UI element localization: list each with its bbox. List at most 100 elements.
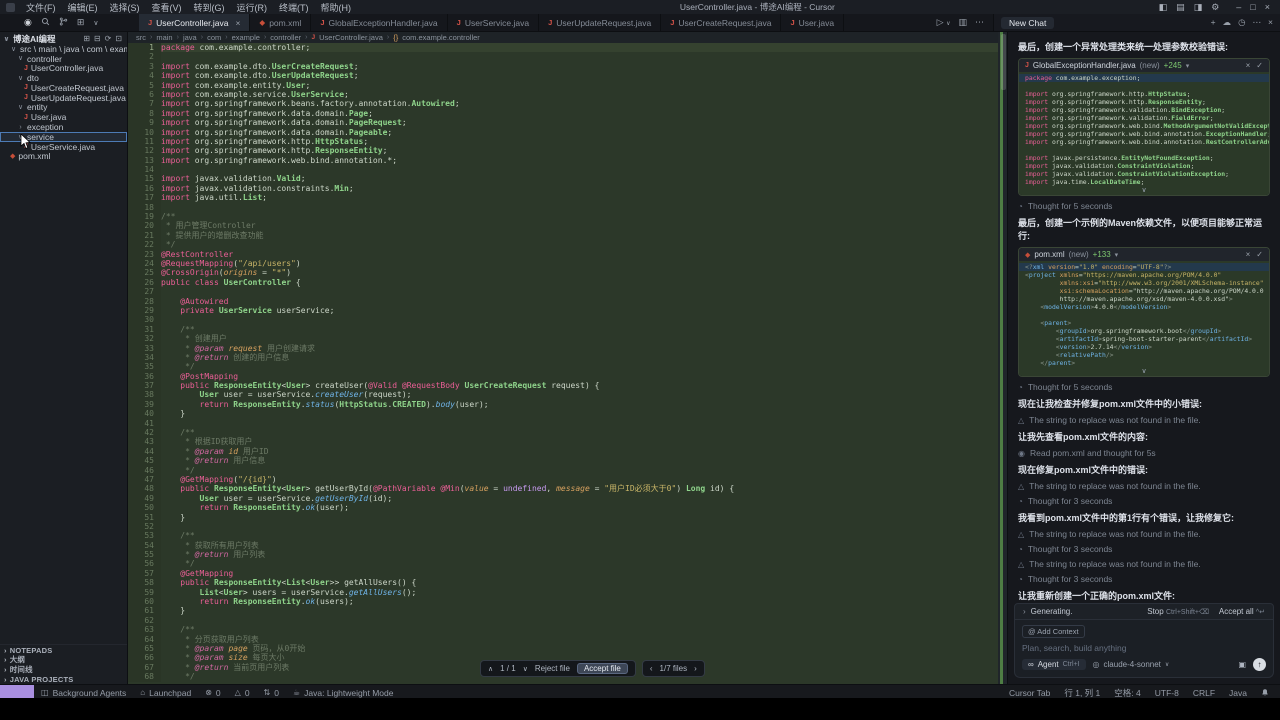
accept-block-icon[interactable]: ✓: [1256, 61, 1263, 70]
new-chat-plus-icon[interactable]: +: [1211, 17, 1216, 28]
cloud-icon[interactable]: ☁: [1223, 17, 1232, 28]
status-launchpad[interactable]: ⌂ Launchpad: [133, 688, 198, 698]
code-line[interactable]: 60 return ResponseEntity.ok(users);: [128, 597, 1007, 607]
breadcrumb-item[interactable]: src: [136, 33, 146, 42]
tree-folder-src-main-java-com-example[interactable]: ∨src \ main \ java \ com \ example: [0, 44, 127, 54]
code-line[interactable]: 26 public class UserController {: [128, 277, 1007, 288]
code-line[interactable]: 53 /**: [128, 531, 1007, 541]
status-cursor-tab[interactable]: Cursor Tab: [1002, 688, 1057, 698]
next-file-icon[interactable]: ›: [694, 664, 697, 673]
image-attach-icon[interactable]: ▣: [1238, 660, 1246, 669]
editor-tab[interactable]: J UserCreateRequest.java: [661, 14, 782, 31]
status--4[interactable]: 空格: 4: [1107, 687, 1147, 699]
code-line[interactable]: 51 }: [128, 512, 1007, 522]
code-line[interactable]: 58 public ResponseEntity<List<User>> get…: [128, 578, 1007, 588]
menu-item[interactable]: 运行(R): [232, 1, 273, 14]
sidebar-section-java-projects[interactable]: › JAVA PROJECTS: [0, 674, 127, 684]
code-line[interactable]: 41: [128, 418, 1007, 429]
menu-item[interactable]: 文件(F): [21, 1, 61, 14]
tree-file-userservice-java[interactable]: J UserService.java: [0, 142, 127, 152]
status-warnings[interactable]: △ 0: [228, 688, 257, 698]
search-icon[interactable]: [41, 17, 50, 28]
code-line[interactable]: 17 import java.util.List;: [128, 193, 1007, 203]
status-background-agents[interactable]: ◫ Background Agents: [34, 688, 133, 698]
status-crlf[interactable]: CRLF: [1186, 688, 1222, 698]
tree-folder-entity[interactable]: ∨ entity: [0, 102, 127, 112]
layout-grid-icon[interactable]: ⊞: [77, 17, 85, 28]
code-line[interactable]: 65 * @param page 页码，从0开始: [128, 644, 1007, 654]
code-line[interactable]: 2: [128, 52, 1007, 62]
code-line[interactable]: 12 import org.springframework.http.Respon…: [128, 146, 1007, 156]
editor-tab[interactable]: ◆ pom.xml: [250, 14, 312, 31]
remote-indicator[interactable]: [0, 685, 34, 698]
minimize-button[interactable]: –: [1236, 2, 1241, 12]
explorer-root-folder[interactable]: ∨ 博途AI编程 ⊞ ⊟ ⟳ ⊡: [0, 34, 127, 44]
tree-file-userupdaterequest-java[interactable]: J UserUpdateRequest.java: [0, 93, 127, 103]
code-line[interactable]: 22 */: [128, 240, 1007, 250]
code-line[interactable]: 42 /**: [128, 428, 1007, 438]
code-line[interactable]: 63 /**: [128, 625, 1007, 635]
code-line[interactable]: 36 @PostMapping: [128, 371, 1007, 382]
prev-diff-icon[interactable]: ∧: [488, 665, 493, 673]
code-line[interactable]: 46 */: [128, 465, 1007, 475]
status--1-1[interactable]: 行 1, 列 1: [1057, 687, 1107, 699]
maximize-button[interactable]: □: [1250, 2, 1255, 12]
tree-file-usercreaterequest-java[interactable]: J UserCreateRequest.java: [0, 83, 127, 93]
code-line[interactable]: 35 */: [128, 362, 1007, 372]
chevron-right-icon[interactable]: ›: [1023, 607, 1026, 616]
code-line[interactable]: 56 */: [128, 559, 1007, 569]
tree-folder-controller[interactable]: ∨ controller: [0, 54, 127, 64]
close-chat-icon[interactable]: ×: [1268, 17, 1273, 28]
code-line[interactable]: 54 * 获取所有用户列表: [128, 540, 1007, 551]
editor-tab[interactable]: J UserService.java: [447, 14, 540, 31]
code-line[interactable]: 62: [128, 615, 1007, 626]
status-java-status[interactable]: ☕ Java: Lightweight Mode: [286, 688, 400, 698]
code-editor[interactable]: 1 package com.example.controller; 2 3 impor…: [128, 43, 1007, 684]
chevron-down-icon[interactable]: ∨: [93, 19, 98, 27]
code-line[interactable]: 44 * @param id 用户ID: [128, 446, 1007, 457]
code-line[interactable]: 18: [128, 202, 1007, 213]
code-line[interactable]: 25 @CrossOrigin(origins = "*"): [128, 268, 1007, 278]
status-utf-8[interactable]: UTF-8: [1148, 688, 1186, 698]
menu-item[interactable]: 选择(S): [105, 1, 145, 14]
code-line[interactable]: 20 * 用户管理Controller: [128, 221, 1007, 231]
scrollbar[interactable]: [998, 32, 1007, 684]
code-line[interactable]: 47 @GetMapping("/{id}"): [128, 474, 1007, 485]
menu-item[interactable]: 转到(G): [189, 1, 230, 14]
new-folder-icon[interactable]: ⊟: [94, 34, 101, 43]
reject-file-button[interactable]: Reject file: [535, 664, 570, 673]
editor-tab[interactable]: J GlobalExceptionHandler.java: [311, 14, 448, 31]
chat-more-icon[interactable]: ⋯: [1253, 17, 1262, 28]
sidebar-section--[interactable]: › 时间线: [0, 665, 127, 675]
code-line[interactable]: 23 @RestController: [128, 249, 1007, 259]
code-block-header[interactable]: ◆ pom.xml (new) +133 ▾ × ✓: [1019, 248, 1269, 261]
prev-file-icon[interactable]: ‹: [650, 664, 653, 673]
code-block-body[interactable]: <?xml version="1.0" encoding="UTF-8"?> <p…: [1019, 261, 1269, 368]
breadcrumb[interactable]: src › main › java › com › example › controller › J Us…: [128, 32, 1007, 43]
code-line[interactable]: 10 import org.springframework.data.domain…: [128, 127, 1007, 137]
code-line[interactable]: 48 public ResponseEntity<User> getUserBy…: [128, 484, 1007, 494]
code-line[interactable]: 33 * @param request 用户创建请求: [128, 343, 1007, 353]
agent-mode-selector[interactable]: ∞ Agent Ctrl+I: [1022, 659, 1086, 670]
tree-file-usercontroller-java[interactable]: J UserController.java: [0, 63, 127, 73]
menu-item[interactable]: 查看(V): [147, 1, 187, 14]
close-tab-icon[interactable]: ×: [235, 18, 240, 28]
code-line[interactable]: 15 import javax.validation.Valid;: [128, 174, 1007, 184]
code-line[interactable]: 30: [128, 315, 1007, 325]
editor-tab[interactable]: J UserUpdateRequest.java: [539, 14, 662, 31]
breadcrumb-item[interactable]: java: [183, 33, 197, 42]
breadcrumb-item[interactable]: com: [207, 33, 221, 42]
refresh-explorer-icon[interactable]: ⟳: [105, 34, 112, 43]
scrollbar-thumb[interactable]: [1001, 34, 1006, 90]
split-editor-icon[interactable]: ▥: [958, 17, 967, 28]
code-line[interactable]: 24 @RequestMapping("/api/users"): [128, 258, 1007, 269]
breadcrumb-symbol[interactable]: com.example.controller: [402, 33, 480, 42]
code-line[interactable]: 6 import com.example.service.UserService;: [128, 89, 1007, 100]
close-window-button[interactable]: ×: [1265, 2, 1270, 12]
model-selector[interactable]: ◎ claude-4-sonnet ∨: [1093, 660, 1170, 669]
notifications-bell-icon[interactable]: [1254, 688, 1276, 697]
tree-file-pom-xml[interactable]: ◆ pom.xml: [0, 151, 127, 161]
code-line[interactable]: 57 @GetMapping: [128, 568, 1007, 579]
editor-tab[interactable]: J User.java: [781, 14, 845, 31]
code-block-header[interactable]: J GlobalExceptionHandler.java (new) +245 ▾ × ✓: [1019, 59, 1269, 72]
